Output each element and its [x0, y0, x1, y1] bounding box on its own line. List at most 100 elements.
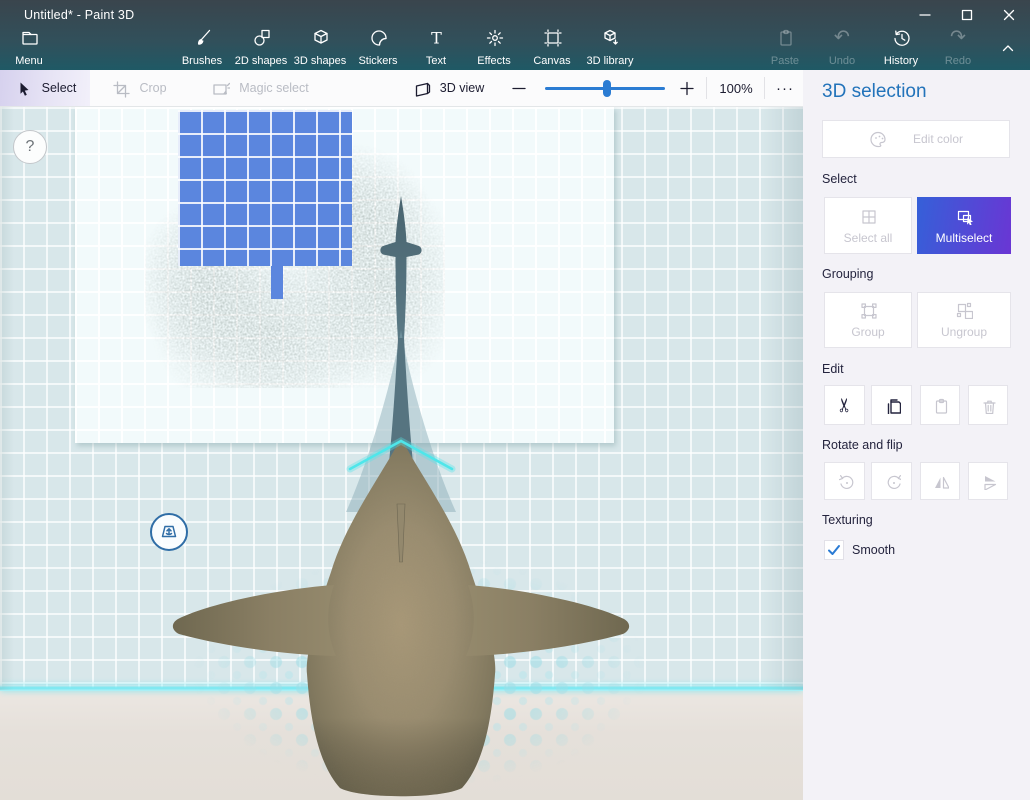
redo-icon: ↷: [950, 27, 966, 48]
top-toolbar: Untitled* - Paint 3D Menu Brushes 2D sha…: [0, 0, 1030, 70]
effects-button[interactable]: Effects: [468, 27, 520, 67]
multiselect-button[interactable]: Multiselect: [917, 197, 1011, 254]
flip-vertical-icon: [979, 472, 997, 490]
palette-icon: [869, 130, 887, 148]
ungroup-icon: [955, 301, 973, 319]
effects-icon: [484, 27, 505, 48]
maximize-icon: [961, 9, 973, 21]
more-options-button[interactable]: ···: [768, 70, 802, 106]
history-icon: [891, 27, 912, 48]
menu-button[interactable]: Menu: [7, 27, 51, 67]
3d-perspective-button[interactable]: [150, 513, 188, 551]
texturing-section-label: Texturing: [822, 513, 873, 527]
3d-library-button[interactable]: 3D library: [577, 27, 643, 67]
zoom-slider-thumb[interactable]: [603, 80, 611, 97]
multiselect-icon: [955, 207, 973, 225]
brush-icon: [192, 27, 213, 48]
chevron-up-icon: [1000, 40, 1016, 56]
ellipsis-icon: ···: [776, 80, 794, 97]
close-button[interactable]: [988, 0, 1030, 30]
3d-library-icon: [600, 27, 621, 48]
flip-horizontal-icon: [931, 472, 949, 490]
crop-tool-button[interactable]: Crop: [98, 70, 180, 106]
window-title: Untitled* - Paint 3D: [24, 8, 134, 22]
zoom-in-button[interactable]: [672, 70, 702, 106]
svg-text:T: T: [431, 29, 442, 48]
canvas-icon: [542, 27, 563, 48]
plus-icon: [679, 79, 695, 98]
select-section-label: Select: [822, 172, 857, 186]
select-all-button[interactable]: Select all: [824, 197, 912, 254]
group-icon: [859, 301, 877, 319]
copy-button[interactable]: [871, 385, 912, 425]
wall-edge-shade: [763, 107, 803, 690]
question-mark: ?: [26, 138, 35, 156]
stickers-button[interactable]: Stickers: [350, 27, 406, 67]
3d-view-icon: [412, 79, 431, 98]
rotate-flip-section-label: Rotate and flip: [822, 438, 903, 452]
minus-icon: [511, 79, 527, 98]
paste-button[interactable]: Paste: [757, 27, 813, 67]
edit-color-button[interactable]: Edit color: [822, 120, 1010, 158]
magic-select-tool-button[interactable]: Magic select: [186, 70, 334, 106]
cut-button[interactable]: ✂: [824, 385, 865, 425]
paint3d-window: Untitled* - Paint 3D Menu Brushes 2D sha…: [0, 0, 1030, 800]
3d-selection-panel: 3D selection Edit color Select Select al…: [803, 70, 1030, 800]
smooth-checkbox[interactable]: [824, 540, 844, 560]
text-button[interactable]: T Text: [414, 27, 458, 67]
canvas-button[interactable]: Canvas: [524, 27, 580, 67]
flip-horizontal-button[interactable]: [920, 462, 960, 500]
shark-left-fin: [173, 585, 336, 656]
minimize-button[interactable]: [904, 0, 946, 30]
menu-icon: [19, 27, 40, 48]
wall-edge-shade: [0, 107, 14, 690]
3d-shapes-button[interactable]: 3D shapes: [287, 27, 353, 67]
paste-icon: [931, 396, 949, 414]
stickers-icon: [368, 27, 389, 48]
group-button[interactable]: Group: [824, 292, 912, 348]
3d-view-button[interactable]: 3D view: [400, 70, 496, 106]
zoom-percent-button[interactable]: 100%: [710, 70, 762, 106]
2d-shapes-icon: [251, 27, 272, 48]
shark-3d-model[interactable]: [150, 192, 650, 800]
rotate-cw-button[interactable]: [871, 462, 912, 500]
brushes-button[interactable]: Brushes: [177, 27, 227, 67]
select-tool-button[interactable]: Select: [0, 70, 90, 106]
zoom-slider[interactable]: [545, 87, 665, 90]
undo-icon: ↶: [834, 27, 850, 48]
collapse-toolbar-button[interactable]: [992, 34, 1024, 62]
2d-shapes-button[interactable]: 2D shapes: [228, 27, 294, 67]
redo-button[interactable]: ↷ Redo: [932, 27, 984, 67]
magic-select-icon: [211, 79, 230, 98]
canvas-viewport[interactable]: ?: [0, 107, 803, 800]
copy-icon: [883, 396, 901, 414]
close-icon: [1003, 9, 1015, 21]
history-button[interactable]: History: [873, 27, 929, 67]
rotate-ccw-button[interactable]: [824, 462, 865, 500]
smooth-label: Smooth: [852, 543, 895, 557]
shark-tail-fin: [380, 196, 421, 340]
undo-button[interactable]: ↶ Undo: [816, 27, 868, 67]
separator: [706, 77, 707, 99]
rotate-cw-icon: [883, 472, 901, 490]
3d-perspective-icon: [159, 522, 179, 542]
delete-button[interactable]: [968, 385, 1008, 425]
edit-section-label: Edit: [822, 362, 844, 376]
help-button[interactable]: ?: [13, 130, 47, 164]
paste-panel-button[interactable]: [920, 385, 960, 425]
select-cursor-icon: [14, 79, 33, 98]
crop-icon: [111, 79, 130, 98]
3d-shapes-icon: [310, 27, 331, 48]
ungroup-button[interactable]: Ungroup: [917, 292, 1011, 348]
paste-icon: [775, 27, 796, 48]
text-icon: T: [426, 27, 447, 48]
flip-vertical-button[interactable]: [968, 462, 1008, 500]
separator: [764, 77, 765, 99]
rotate-ccw-icon: [836, 472, 854, 490]
minimize-icon: [919, 9, 931, 21]
zoom-out-button[interactable]: [504, 70, 534, 106]
grouping-section-label: Grouping: [822, 267, 873, 281]
panel-title: 3D selection: [822, 81, 927, 103]
trash-icon: [979, 396, 997, 414]
select-all-icon: [859, 207, 877, 225]
